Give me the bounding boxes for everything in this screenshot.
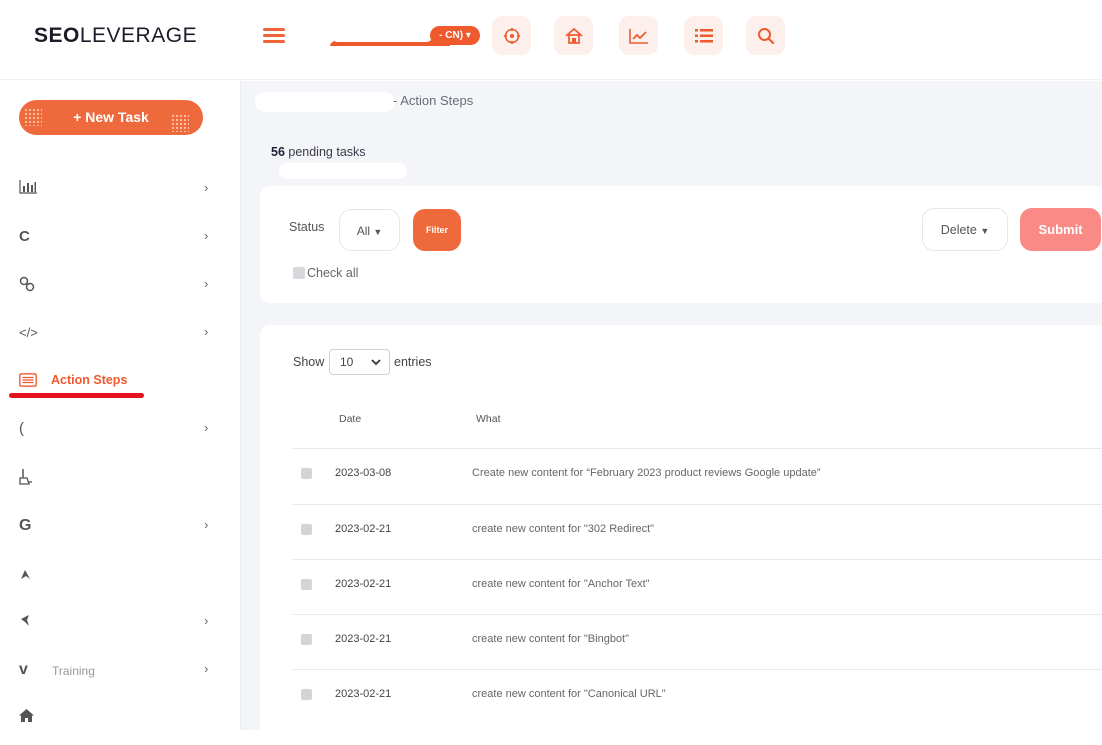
top-bar: SEOLEVERAGE - CN) ▾	[0, 0, 1102, 80]
sidebar-item-google[interactable]: G ›	[0, 507, 240, 543]
sidebar-item-6[interactable]: ( ›	[0, 410, 240, 446]
chevron-right-icon: ›	[204, 613, 209, 628]
search-icon[interactable]	[746, 16, 785, 55]
logo[interactable]: SEOLEVERAGE	[34, 24, 197, 48]
main-content: - Action Steps 56 pending tasks Status A…	[241, 81, 1102, 745]
status-select[interactable]: All ▼	[339, 209, 400, 251]
row-date: 2023-02-21	[335, 688, 392, 700]
sidebar-item-7[interactable]	[0, 459, 240, 495]
new-task-button[interactable]: + New Task	[19, 100, 203, 135]
row-checkbox[interactable]	[301, 524, 312, 535]
chevron-right-icon: ›	[204, 517, 209, 532]
list-icon[interactable]	[684, 16, 723, 55]
check-all[interactable]: Check all	[293, 266, 358, 280]
peak-icon	[19, 567, 37, 585]
menu-toggle-icon[interactable]	[263, 26, 285, 44]
bar-chart-icon	[19, 180, 37, 198]
breadcrumb: - Action Steps	[393, 93, 474, 108]
chevron-right-icon: ›	[204, 661, 209, 676]
row-what: Create new content for “February 2023 pr…	[472, 467, 821, 479]
row-checkbox[interactable]	[301, 579, 312, 590]
sidebar-item-10[interactable]: ›	[0, 603, 240, 639]
submit-button[interactable]: Submit	[1020, 208, 1101, 251]
paren-icon: (	[19, 420, 24, 437]
chevron-right-icon: ›	[204, 228, 209, 243]
table-row[interactable]: 2023-02-21 create new content for "Ancho…	[293, 560, 1102, 615]
home-icon	[19, 709, 37, 727]
row-checkbox[interactable]	[301, 634, 312, 645]
row-what: create new content for "302 Redirect"	[472, 523, 655, 535]
google-icon: G	[19, 517, 32, 534]
sidebar-item-2[interactable]: C ›	[0, 218, 240, 254]
caret-down-icon: ▼	[373, 227, 383, 237]
entries-label: entries	[394, 355, 432, 369]
sidebar-item-9[interactable]	[0, 557, 240, 593]
status-label: Status	[289, 220, 325, 234]
row-date: 2023-02-21	[335, 633, 392, 645]
row-checkbox[interactable]	[301, 689, 312, 700]
row-checkbox[interactable]	[301, 468, 312, 479]
broom-icon	[19, 469, 37, 487]
tasks-table-card: Show 10 entries Date What 2023-03-08 Cre…	[260, 325, 1102, 745]
row-what: create new content for "Bingbot"	[472, 633, 630, 645]
chevron-right-icon: ›	[204, 324, 209, 339]
chevron-right-icon: ›	[204, 420, 209, 435]
table-row[interactable]: 2023-03-08 Create new content for “Febru…	[293, 449, 1102, 504]
row-date: 2023-03-08	[335, 467, 392, 479]
flag-icon	[19, 613, 37, 631]
show-label: Show	[293, 355, 325, 369]
sidebar-item-training[interactable]: v ›	[0, 651, 240, 687]
row-what: create new content for "Anchor Text"	[472, 578, 650, 590]
link-icon	[19, 276, 37, 294]
crescent-icon: C	[19, 228, 30, 245]
chevron-right-icon: ›	[204, 180, 209, 195]
row-what: create new content for "Canonical URL"	[472, 688, 666, 700]
sidebar-item-label: Action Steps	[51, 373, 128, 387]
house-icon[interactable]	[554, 16, 593, 55]
chevron-right-icon: ›	[204, 276, 209, 291]
vimeo-icon: v	[19, 661, 28, 678]
sidebar-item-code[interactable]: </> ›	[0, 314, 240, 350]
highlight-underline	[9, 393, 144, 398]
trend-chart-icon[interactable]	[619, 16, 658, 55]
table-row[interactable]: 2023-02-21 create new content for "Canon…	[293, 670, 1102, 725]
caret-down-icon: ▼	[980, 226, 990, 236]
table-row[interactable]: 2023-02-21 create new content for "302 R…	[293, 505, 1102, 560]
sidebar-item-links[interactable]: ›	[0, 266, 240, 302]
table-row[interactable]: 2023-02-21 create new content for "Bingb…	[293, 615, 1102, 670]
entries-per-page-select[interactable]: 10	[329, 349, 390, 375]
pending-tasks-count: 56 pending tasks	[271, 145, 366, 159]
row-date: 2023-02-21	[335, 578, 392, 590]
language-selector[interactable]: - CN) ▾	[430, 26, 480, 45]
chevron-down-icon	[371, 359, 381, 366]
sidebar-item-reports[interactable]: ›	[0, 170, 240, 206]
filter-card: Status All ▼ Filter Delete ▼ Submit Chec…	[260, 186, 1102, 303]
action-steps-icon	[19, 373, 37, 391]
redaction-mask	[330, 26, 434, 42]
column-header-what[interactable]: What	[476, 413, 501, 425]
sidebar: + New Task › C › › </> › Action Steps ( …	[0, 81, 241, 730]
target-icon[interactable]	[492, 16, 531, 55]
filter-button[interactable]: Filter	[413, 209, 461, 251]
row-date: 2023-02-21	[335, 523, 392, 535]
bulk-action-select[interactable]: Delete ▼	[922, 208, 1008, 251]
column-header-date[interactable]: Date	[339, 413, 361, 425]
sidebar-training-label: Training	[52, 664, 95, 678]
code-icon: </>	[19, 325, 38, 340]
redaction-mask	[255, 92, 395, 112]
redaction-mask	[279, 163, 407, 179]
checkbox[interactable]	[293, 267, 305, 279]
